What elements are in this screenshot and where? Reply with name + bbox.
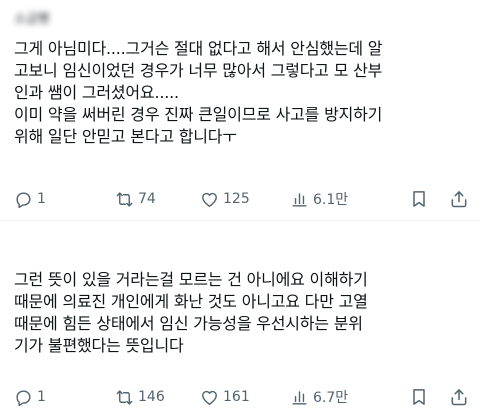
bookmark-button[interactable] [409, 188, 429, 210]
post-actions: 1 146 161 6.7만 [0, 386, 480, 408]
reply-count: 1 [37, 389, 46, 405]
views-icon [290, 388, 309, 407]
bookmark-icon [409, 189, 429, 209]
post-text: 그런 뜻이 있을 거라는걸 모르는 건 아니에요 이해하기 때문에 의료진 개인… [14, 270, 368, 355]
share-icon [449, 387, 469, 407]
reply-button[interactable]: 1 [14, 188, 46, 210]
bookmark-icon [409, 387, 429, 407]
post-actions: 1 74 125 6.1만 [0, 188, 480, 210]
retweet-icon [115, 190, 134, 209]
post-author[interactable]: 소금빵 [14, 8, 50, 27]
views-count: 6.1만 [313, 192, 349, 208]
post-1[interactable]: 소금빵 그게 아님미다....그거슨 절대 없다고 해서 안심했는데 알 고보니… [0, 0, 480, 221]
retweet-button[interactable]: 146 [115, 386, 165, 408]
like-button[interactable]: 125 [200, 188, 250, 210]
post-text: 그게 아님미다....그거슨 절대 없다고 해서 안심했는데 알 고보니 임신이… [14, 39, 383, 146]
reply-icon [14, 190, 33, 209]
share-button[interactable] [449, 386, 469, 408]
reply-icon [14, 388, 33, 407]
retweet-button[interactable]: 74 [115, 188, 156, 210]
reply-count: 1 [37, 191, 46, 207]
like-count: 125 [223, 191, 250, 207]
like-button[interactable]: 161 [200, 386, 250, 408]
bookmark-button[interactable] [409, 386, 429, 408]
retweet-count: 146 [138, 389, 165, 405]
retweet-count: 74 [138, 191, 156, 207]
like-count: 161 [223, 389, 250, 405]
views-button[interactable]: 6.7만 [290, 386, 348, 408]
views-count: 6.7만 [313, 390, 349, 406]
heart-icon [200, 388, 219, 407]
retweet-icon [115, 388, 134, 407]
reply-button[interactable]: 1 [14, 386, 46, 408]
views-icon [290, 190, 309, 209]
share-button[interactable] [449, 188, 469, 210]
views-button[interactable]: 6.1만 [290, 188, 348, 210]
share-icon [449, 189, 469, 209]
post-2[interactable]: 그런 뜻이 있을 거라는걸 모르는 건 아니에요 이해하기 때문에 의료진 개인… [0, 221, 480, 419]
heart-icon [200, 190, 219, 209]
